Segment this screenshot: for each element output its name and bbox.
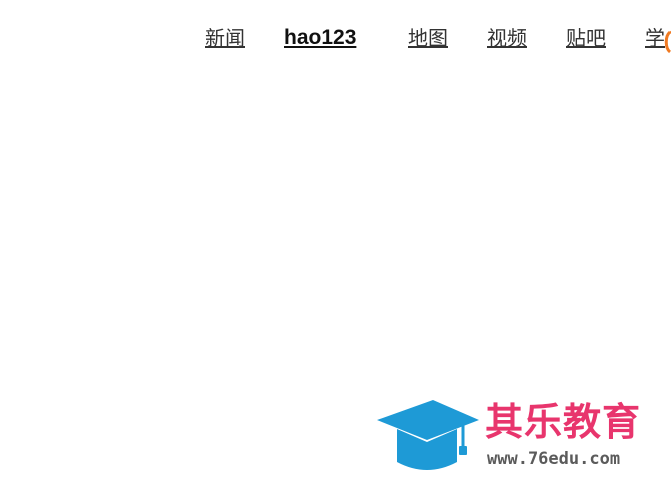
nav-link-map[interactable]: 地图 xyxy=(408,22,448,54)
watermark-logo: 其乐教育 www.76edu.com xyxy=(375,396,671,477)
nav-link-hao123[interactable]: hao123 xyxy=(284,22,356,54)
nav-link-tieba[interactable]: 贴吧 xyxy=(566,22,606,54)
watermark-title: 其乐教育 xyxy=(485,400,642,444)
nav-link-video[interactable]: 视频 xyxy=(487,22,527,54)
nav-link-news[interactable]: 新闻 xyxy=(205,22,245,54)
orange-badge-icon xyxy=(664,30,671,54)
watermark-url: www.76edu.com xyxy=(487,449,621,469)
graduation-cap-icon xyxy=(377,400,479,470)
